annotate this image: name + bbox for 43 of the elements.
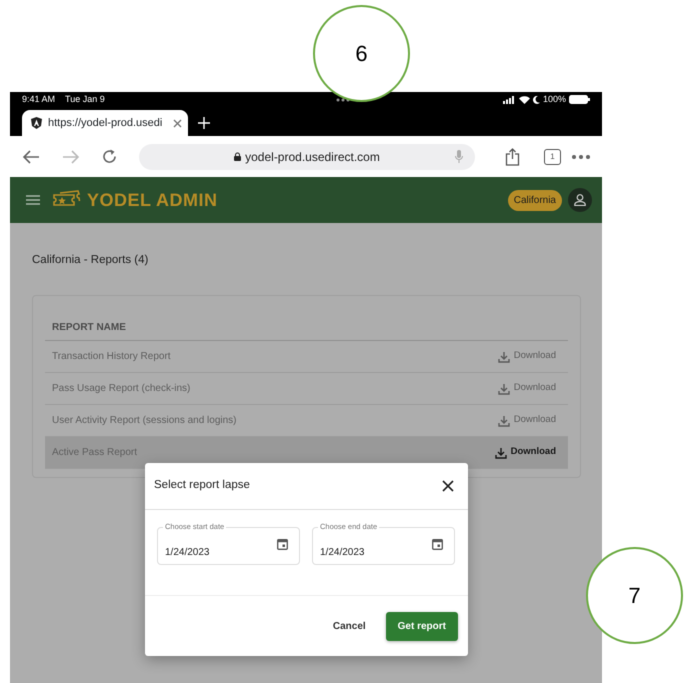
person-icon <box>574 194 586 206</box>
get-report-button[interactable]: Get report <box>386 612 458 640</box>
dialog-title: Select report lapse <box>154 478 250 494</box>
wifi-icon <box>518 96 530 104</box>
step-callout: 7 <box>586 547 683 644</box>
cancel-button[interactable]: Cancel <box>332 618 366 634</box>
report-name: Pass Usage Report (check-ins) <box>52 382 190 396</box>
step-callout: 6 <box>313 5 410 102</box>
close-button[interactable] <box>442 480 454 492</box>
browser-tab[interactable]: https://yodel-prod.usedi <box>22 110 188 136</box>
more-icon[interactable] <box>572 154 590 158</box>
download-icon <box>498 382 510 394</box>
column-header: REPORT NAME <box>45 320 568 341</box>
reload-icon[interactable] <box>102 149 117 164</box>
signal-icon <box>502 96 516 104</box>
status-time: 9:41 AM <box>22 92 56 106</box>
share-icon[interactable] <box>505 148 520 166</box>
download-button[interactable]: Download <box>494 445 556 460</box>
report-name: Active Pass Report <box>52 446 138 460</box>
close-icon[interactable] <box>173 118 182 128</box>
battery-icon <box>569 95 590 104</box>
shield-icon <box>31 117 42 129</box>
status-date: Tue Jan 9 <box>65 92 105 106</box>
download-icon <box>498 414 510 426</box>
lock-icon <box>234 152 242 161</box>
address-bar[interactable]: yodel-prod.usedirect.com <box>139 144 475 170</box>
page-title: California - Reports (4) <box>32 253 148 268</box>
profile-button[interactable] <box>568 188 592 212</box>
menu-icon[interactable] <box>26 195 40 205</box>
download-icon <box>494 446 507 458</box>
tab-title: https://yodel-prod.usedi <box>48 116 162 131</box>
calendar-icon[interactable] <box>432 538 443 550</box>
app-title: YODEL ADMIN <box>87 188 218 212</box>
report-name: User Activity Report (sessions and logins) <box>52 414 237 428</box>
battery-percentage: 100% <box>542 92 566 106</box>
report-name: Transaction History Report <box>52 350 171 364</box>
tab-count[interactable]: 1 <box>544 148 561 164</box>
download-icon <box>498 350 510 362</box>
new-tab-icon[interactable] <box>198 117 210 129</box>
moon-icon <box>532 96 540 104</box>
back-icon[interactable] <box>22 150 40 164</box>
calendar-icon[interactable] <box>277 538 288 550</box>
region-badge[interactable]: California <box>508 190 562 210</box>
